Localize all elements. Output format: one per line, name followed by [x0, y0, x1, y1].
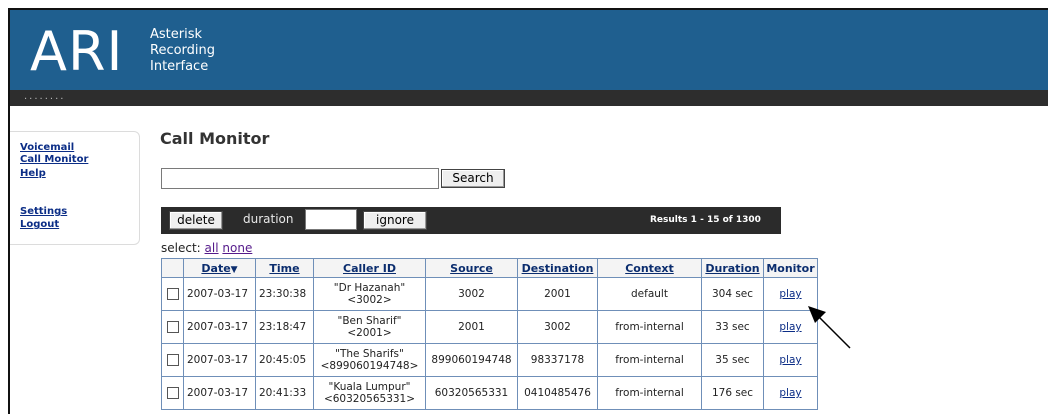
search-input[interactable]	[161, 168, 439, 189]
cell-time: 23:30:38	[255, 277, 314, 311]
cell-duration: 304 sec	[701, 277, 764, 311]
play-link[interactable]: play	[779, 354, 801, 366]
cell-destination: 98337178	[517, 343, 598, 377]
sidebar-item-help[interactable]: Help	[20, 168, 46, 179]
column-header-source[interactable]: Source	[425, 258, 518, 278]
row-checkbox[interactable]	[166, 288, 179, 300]
play-link[interactable]: play	[779, 321, 801, 333]
cell-caller-id: "The Sharifs" <899060194748>	[313, 343, 426, 377]
play-link[interactable]: play	[779, 288, 801, 300]
cell-time: 20:41:33	[255, 376, 314, 410]
duration-label: duration	[243, 212, 294, 226]
sidebar-item-voicemail[interactable]: Voicemail	[20, 142, 74, 153]
column-header-monitor: Monitor	[763, 258, 818, 278]
select-row: select: all none	[161, 241, 252, 255]
tagline-line-1: Asterisk	[150, 27, 203, 42]
row-select-cell	[161, 310, 184, 344]
column-header-select	[161, 258, 184, 278]
cell-source: 3002	[425, 277, 518, 311]
cell-source: 899060194748	[425, 343, 518, 377]
duration-input[interactable]	[305, 209, 357, 230]
row-select-cell	[161, 343, 184, 377]
cell-date: 2007-03-17	[183, 277, 256, 311]
caller-number: <2001>	[347, 327, 392, 339]
tagline-line-3: Interface	[150, 59, 209, 74]
column-header-date[interactable]: Date▼	[183, 258, 256, 278]
cell-monitor: play	[763, 343, 818, 377]
caller-name: "Kuala Lumpur"	[328, 381, 411, 393]
table-row: 2007-03-17 20:45:05 "The Sharifs" <899060…	[161, 343, 818, 377]
cell-source: 60320565331	[425, 376, 518, 410]
cell-date: 2007-03-17	[183, 376, 256, 410]
cell-monitor: play	[763, 376, 818, 410]
table-row: 2007-03-17 23:18:47 "Ben Sharif" <2001> 2…	[161, 310, 818, 344]
caller-name: "Dr Hazanah"	[333, 282, 406, 294]
calls-table: Date▼ Time Caller ID Source Destination …	[161, 258, 818, 410]
cell-source: 2001	[425, 310, 518, 344]
sidebar-item-call-monitor[interactable]: Call Monitor	[20, 154, 88, 165]
search-button[interactable]: Search	[441, 169, 505, 188]
caller-number: <899060194748>	[320, 360, 419, 372]
select-all-link[interactable]: all	[205, 241, 219, 255]
ignore-button[interactable]: ignore	[363, 211, 427, 230]
cell-monitor: play	[763, 277, 818, 311]
caller-name: "The Sharifs"	[335, 348, 404, 360]
table-row: 2007-03-17 23:30:38 "Dr Hazanah" <3002> 3…	[161, 277, 818, 311]
select-label: select:	[161, 241, 201, 255]
cell-duration: 176 sec	[701, 376, 764, 410]
column-header-caller-id[interactable]: Caller ID	[313, 258, 426, 278]
tagline-line-2: Recording	[150, 43, 216, 58]
sort-descending-icon: ▼	[230, 264, 238, 275]
column-header-destination[interactable]: Destination	[517, 258, 598, 278]
cell-time: 23:18:47	[255, 310, 314, 344]
column-header-time[interactable]: Time	[255, 258, 314, 278]
delete-button[interactable]: delete	[169, 211, 223, 230]
caller-name: "Ben Sharif"	[337, 315, 402, 327]
select-none-link[interactable]: none	[222, 241, 252, 255]
header-dots: ........	[24, 91, 66, 102]
cell-caller-id: "Dr Hazanah" <3002>	[313, 277, 426, 311]
tagline: Asterisk Recording Interface	[150, 27, 215, 75]
ari-logo: ARI	[30, 20, 124, 83]
cell-date: 2007-03-17	[183, 310, 256, 344]
header-dark-bar	[10, 90, 1048, 106]
caller-number: <3002>	[347, 294, 392, 306]
cell-context: from-internal	[597, 343, 702, 377]
column-header-context[interactable]: Context	[597, 258, 702, 278]
cell-caller-id: "Kuala Lumpur" <60320565331>	[313, 376, 426, 410]
play-link[interactable]: play	[779, 387, 801, 399]
cell-duration: 33 sec	[701, 310, 764, 344]
cell-context: default	[597, 277, 702, 311]
app-frame: ARI Asterisk Recording Interface .......…	[8, 8, 1048, 414]
cell-destination: 3002	[517, 310, 598, 344]
cell-monitor: play	[763, 310, 818, 344]
table-row: 2007-03-17 20:41:33 "Kuala Lumpur" <60320…	[161, 376, 818, 410]
header-banner: ARI Asterisk Recording Interface	[10, 10, 1048, 90]
sidebar-nav: Voicemail Call Monitor Help Settings Log…	[10, 131, 140, 245]
cell-destination: 0410485476	[517, 376, 598, 410]
results-count: Results 1 - 15 of 1300	[650, 215, 761, 225]
cell-duration: 35 sec	[701, 343, 764, 377]
cell-date: 2007-03-17	[183, 343, 256, 377]
sidebar-item-settings[interactable]: Settings	[20, 206, 67, 217]
cell-context: from-internal	[597, 310, 702, 344]
cell-time: 20:45:05	[255, 343, 314, 377]
row-select-cell	[161, 277, 184, 311]
row-select-cell	[161, 376, 184, 410]
row-checkbox[interactable]	[166, 354, 179, 366]
row-checkbox[interactable]	[166, 321, 179, 333]
column-header-duration[interactable]: Duration	[701, 258, 764, 278]
column-header-date-label: Date	[201, 261, 231, 275]
table-header-row: Date▼ Time Caller ID Source Destination …	[161, 258, 818, 278]
sidebar-item-logout[interactable]: Logout	[20, 219, 59, 230]
caller-number: <60320565331>	[323, 393, 416, 405]
page-title: Call Monitor	[160, 129, 270, 148]
row-checkbox[interactable]	[166, 387, 179, 399]
cell-destination: 2001	[517, 277, 598, 311]
cell-caller-id: "Ben Sharif" <2001>	[313, 310, 426, 344]
cell-context: from-internal	[597, 376, 702, 410]
